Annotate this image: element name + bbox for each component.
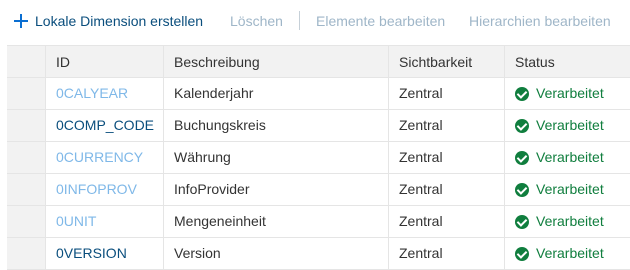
- description-cell: InfoProvider: [164, 174, 389, 205]
- table-row[interactable]: 0CURRENCY Währung Zentral Verarbeitet: [7, 142, 630, 174]
- status-indicator: Verarbeitet: [515, 110, 604, 141]
- row-selector[interactable]: [7, 206, 46, 237]
- status-text: Verarbeitet: [536, 245, 604, 261]
- column-header-visibility[interactable]: Sichtbarkeit: [389, 46, 505, 77]
- dimension-id-link[interactable]: 0UNIT: [56, 213, 96, 229]
- edit-hierarchies-button[interactable]: Hierarchien bearbeiten: [469, 12, 611, 30]
- status-cell: Verarbeitet: [505, 206, 630, 237]
- id-cell: 0CURRENCY: [46, 142, 164, 173]
- check-circle-icon: [515, 246, 529, 261]
- toolbar: Lokale Dimension erstellen Löschen Eleme…: [0, 0, 630, 42]
- row-selector[interactable]: [7, 238, 46, 269]
- create-local-dimension-label: Lokale Dimension erstellen: [35, 13, 204, 29]
- row-selector[interactable]: [7, 78, 46, 109]
- id-cell: 0CALYEAR: [46, 78, 164, 109]
- table-row[interactable]: 0CALYEAR Kalenderjahr Zentral Verarbeitet: [7, 78, 630, 110]
- column-header-id[interactable]: ID: [46, 46, 164, 77]
- id-cell: 0VERSION: [46, 238, 164, 269]
- status-cell: Verarbeitet: [505, 142, 630, 173]
- column-header-status[interactable]: Status: [505, 46, 630, 77]
- description-cell: Mengeneinheit: [164, 206, 389, 237]
- status-text: Verarbeitet: [536, 181, 604, 197]
- table-row[interactable]: 0UNIT Mengeneinheit Zentral Verarbeitet: [7, 206, 630, 238]
- visibility-cell: Zentral: [389, 174, 505, 205]
- dimensions-page: Lokale Dimension erstellen Löschen Eleme…: [0, 0, 630, 270]
- table-row[interactable]: 0VERSION Version Zentral Verarbeitet: [7, 238, 630, 270]
- status-cell: Verarbeitet: [505, 238, 630, 269]
- status-indicator: Verarbeitet: [515, 174, 604, 205]
- check-circle-icon: [515, 182, 529, 197]
- status-text: Verarbeitet: [536, 117, 604, 133]
- status-indicator: Verarbeitet: [515, 206, 604, 237]
- id-cell: 0UNIT: [46, 206, 164, 237]
- status-indicator: Verarbeitet: [515, 238, 604, 269]
- description-cell: Kalenderjahr: [164, 78, 389, 109]
- id-cell: 0COMP_CODE: [46, 110, 164, 141]
- table-row[interactable]: 0INFOPROV InfoProvider Zentral Verarbeitet: [7, 174, 630, 206]
- visibility-cell: Zentral: [389, 238, 505, 269]
- id-cell: 0INFOPROV: [46, 174, 164, 205]
- status-indicator: Verarbeitet: [515, 142, 604, 173]
- delete-button[interactable]: Löschen: [230, 12, 283, 30]
- check-circle-icon: [515, 214, 529, 229]
- select-all-cell[interactable]: [7, 46, 46, 77]
- check-circle-icon: [515, 118, 529, 133]
- row-selector[interactable]: [7, 110, 46, 141]
- description-cell: Währung: [164, 142, 389, 173]
- create-local-dimension-button[interactable]: Lokale Dimension erstellen: [14, 12, 203, 30]
- visibility-cell: Zentral: [389, 110, 505, 141]
- visibility-cell: Zentral: [389, 78, 505, 109]
- status-indicator: Verarbeitet: [515, 78, 604, 109]
- dimension-id-link[interactable]: 0INFOPROV: [56, 181, 137, 197]
- table-header-row: ID Beschreibung Sichtbarkeit Status: [7, 45, 630, 78]
- status-cell: Verarbeitet: [505, 110, 630, 141]
- row-selector[interactable]: [7, 142, 46, 173]
- dimension-id-link[interactable]: 0CURRENCY: [56, 149, 143, 165]
- status-text: Verarbeitet: [536, 149, 604, 165]
- visibility-cell: Zentral: [389, 142, 505, 173]
- column-header-description[interactable]: Beschreibung: [164, 46, 389, 77]
- dimension-id-link[interactable]: 0CALYEAR: [56, 85, 128, 101]
- dimension-id-link[interactable]: 0VERSION: [56, 245, 127, 261]
- plus-icon: [14, 14, 28, 28]
- check-circle-icon: [515, 150, 529, 165]
- dimensions-table: ID Beschreibung Sichtbarkeit Status 0CAL…: [7, 45, 630, 270]
- description-cell: Version: [164, 238, 389, 269]
- status-cell: Verarbeitet: [505, 78, 630, 109]
- table-row[interactable]: 0COMP_CODE Buchungskreis Zentral Verarbeite…: [7, 110, 630, 142]
- status-text: Verarbeitet: [536, 213, 604, 229]
- edit-elements-button[interactable]: Elemente bearbeiten: [316, 12, 445, 30]
- status-cell: Verarbeitet: [505, 174, 630, 205]
- description-cell: Buchungskreis: [164, 110, 389, 141]
- toolbar-separator: [299, 11, 300, 30]
- visibility-cell: Zentral: [389, 206, 505, 237]
- dimension-id-link[interactable]: 0COMP_CODE: [56, 117, 154, 133]
- row-selector[interactable]: [7, 174, 46, 205]
- check-circle-icon: [515, 86, 529, 101]
- status-text: Verarbeitet: [536, 85, 604, 101]
